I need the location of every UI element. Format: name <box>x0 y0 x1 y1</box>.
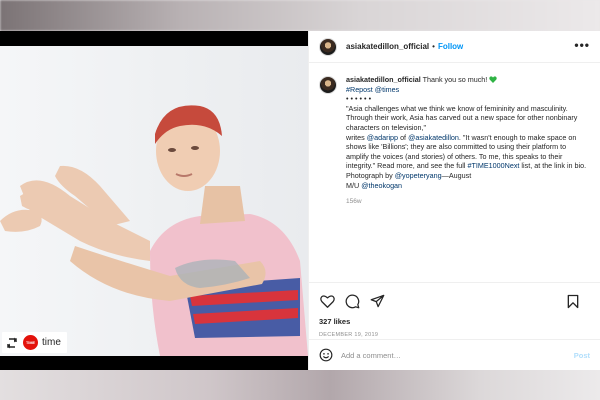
avatar[interactable] <box>319 37 337 56</box>
comment-button[interactable] <box>344 293 360 309</box>
repost-badge: TIME time <box>2 332 67 353</box>
post-header: asiakatedillon_official • Follow ••• <box>309 31 600 63</box>
action-icons <box>319 291 590 311</box>
bookmark-icon <box>567 294 579 308</box>
portrait-illustration <box>0 105 308 356</box>
repost-brand: time <box>42 337 61 348</box>
more-options-icon[interactable]: ••• <box>574 39 590 51</box>
likes-count[interactable]: 327 likes <box>319 317 590 326</box>
background-blur-bottom <box>0 370 600 400</box>
paper-plane-icon <box>370 294 384 308</box>
photo-image <box>0 46 308 356</box>
comment-icon <box>345 294 359 308</box>
adaripp-mention[interactable]: @adaripp <box>367 133 398 142</box>
post-side-panel: asiakatedillon_official • Follow ••• asi… <box>308 31 600 370</box>
follow-button[interactable]: Follow <box>438 42 463 51</box>
separator-dot: • <box>432 42 435 51</box>
comments-area: asiakatedillon_official Thank you so muc… <box>309 63 600 282</box>
times-mention[interactable]: @times <box>375 85 399 94</box>
caption-thanks: Thank you so much! <box>422 75 488 84</box>
action-section: 327 likes DECEMBER 19, 2019 Post <box>309 282 600 370</box>
caption-username[interactable]: asiakatedillon_official <box>346 75 421 84</box>
caption-text: asiakatedillon_official Thank you so muc… <box>346 75 590 282</box>
post-modal: TIME time asiakatedillon_official • Foll… <box>0 31 600 370</box>
like-button[interactable] <box>319 293 335 309</box>
of-text: of <box>400 132 407 142</box>
mu-label: M/U <box>346 180 360 190</box>
caption-avatar[interactable] <box>319 76 337 94</box>
quote-part1: "Asia challenges what we think we know o… <box>346 103 578 132</box>
asia-mention[interactable]: @asiakatedillon <box>408 133 459 142</box>
writes-text: writes <box>346 132 365 142</box>
share-button[interactable] <box>369 293 385 309</box>
green-heart-icon <box>489 76 498 83</box>
heart-icon <box>319 295 335 308</box>
emoji-icon[interactable] <box>319 348 333 362</box>
save-button[interactable] <box>565 293 581 309</box>
caption-dots: • • • • • • <box>346 94 372 104</box>
caption-time-ago: 156w <box>346 198 362 206</box>
time1000next-hashtag[interactable]: #TIME1000Next <box>467 161 519 170</box>
mu-mention[interactable]: @theokogan <box>361 181 402 190</box>
comment-input[interactable] <box>341 350 574 360</box>
background-blur-top <box>0 0 600 31</box>
add-comment-bar: Post <box>309 339 600 370</box>
post-comment-button[interactable]: Post <box>574 351 590 360</box>
photographer-mention[interactable]: @yopeteryang <box>395 171 442 180</box>
post-username[interactable]: asiakatedillon_official <box>346 42 429 51</box>
post-photo[interactable]: TIME time <box>0 31 308 370</box>
repost-hashtag[interactable]: #Repost <box>346 85 373 94</box>
quote-part4: —August <box>441 170 472 180</box>
post-date: DECEMBER 19, 2019 <box>319 332 379 338</box>
time-logo: TIME <box>23 335 38 350</box>
repost-icon <box>7 337 17 348</box>
